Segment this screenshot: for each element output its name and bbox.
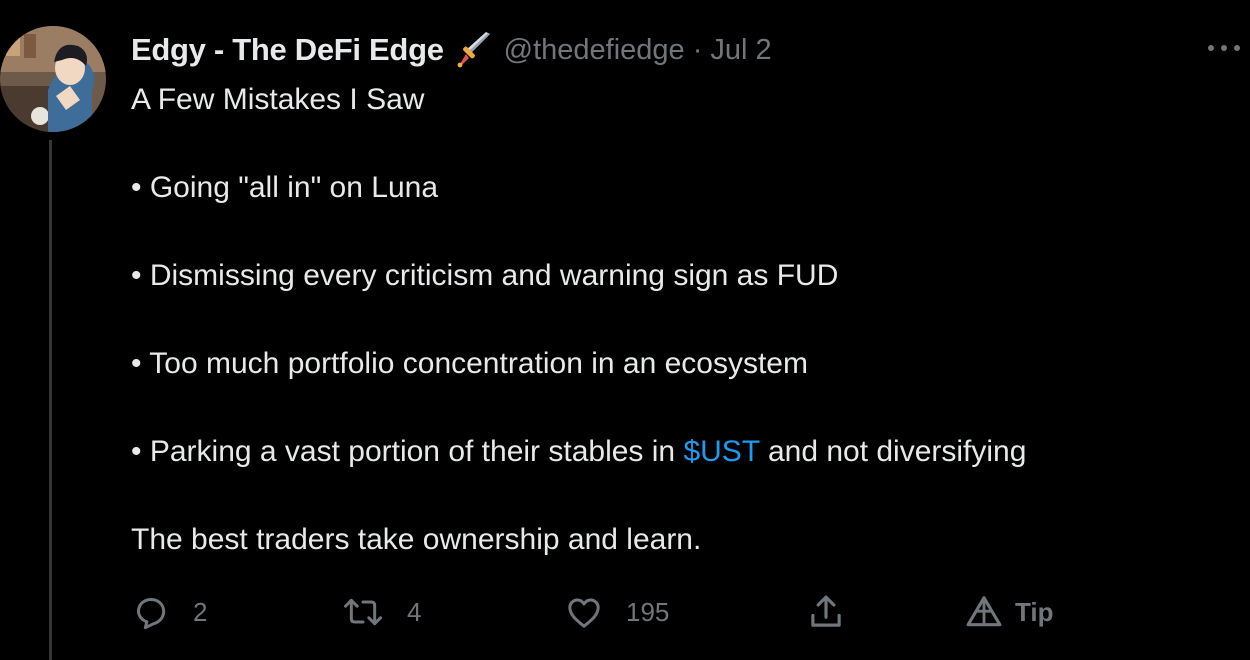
dagger-emoji-icon [454,30,494,70]
retweet-icon [344,598,382,626]
more-dots-icon [1208,45,1240,51]
bullet-line-2: • Dismissing every criticism and warning… [131,259,839,292]
tweet-actions: 2 4 195 Tip [131,588,1131,636]
tip-button[interactable]: Tip [965,588,1054,636]
reply-bubble-icon [137,598,166,630]
cashtag-link[interactable]: $UST [683,435,759,468]
bullet-line-1: • Going "all in" on Luna [131,171,439,204]
retweet-count: 4 [407,596,422,627]
tweet-timestamp[interactable]: Jul 2 [710,34,771,67]
thread-line [49,140,52,660]
share-button[interactable] [805,588,847,636]
like-count: 195 [626,596,670,627]
bullet-line-3: • Too much portfolio concentration in an… [131,347,808,380]
like-button[interactable]: 195 [564,588,669,636]
more-options-button[interactable] [1205,36,1243,60]
bullet-line-4: • Parking a vast portion of their stable… [131,430,1211,474]
reply-count: 2 [193,596,208,627]
tweet-title-line: A Few Mistakes I Saw [131,83,425,116]
share-icon [811,595,841,627]
header-separator: · [692,33,703,66]
author-name[interactable]: Edgy - The DeFi Edge [131,32,444,68]
closing-line: The best traders take ownership and lear… [131,523,702,556]
bullet-4-text-before: • Parking a vast portion of their stable… [131,435,684,468]
tip-triangle-icon [966,596,1002,627]
tip-label: Tip [1015,596,1054,627]
retweet-button[interactable]: 4 [341,588,421,636]
reply-button[interactable]: 2 [131,588,207,636]
author-handle[interactable]: @thedefiedge [504,34,685,67]
tweet-header: Edgy - The DeFi Edge @thedefiedge · Jul … [131,28,772,72]
tweet-body: A Few Mistakes I Saw • Going "all in" on… [131,78,1211,562]
heart-icon [568,598,600,628]
avatar[interactable] [0,26,106,132]
bullet-4-text-after: and not diversifying [759,435,1027,468]
